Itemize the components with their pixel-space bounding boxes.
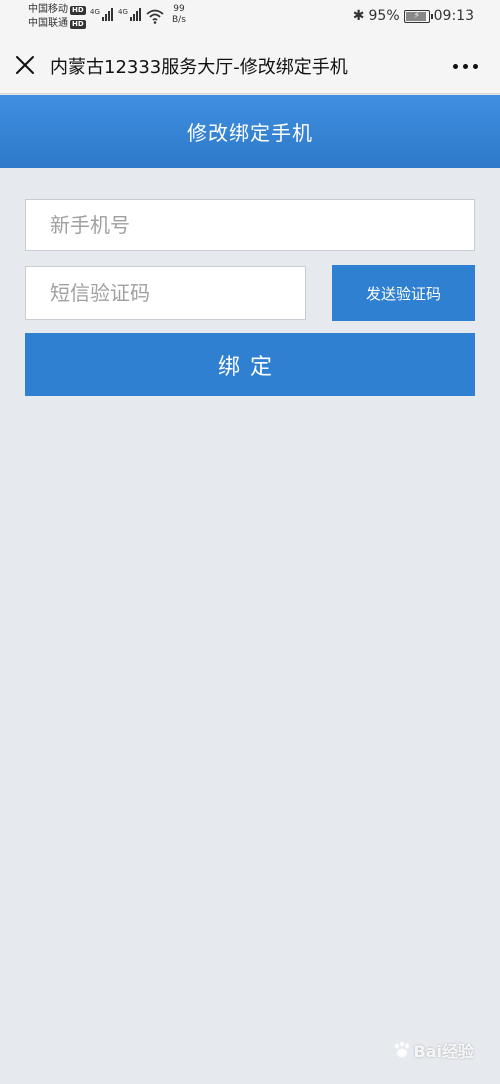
paw-icon [394,1041,409,1058]
signal-icon: 4G [90,8,113,21]
more-icon[interactable] [453,64,478,69]
speed-unit: B/s [172,15,186,25]
status-bar: 中国移动 HD 中国联通 HD 4G 4G 99 B/s ✱ 95% ⚡ 09:13 [0,0,500,36]
right-status: ✱ 95% ⚡ 09:13 [353,8,474,24]
network-speed: 99 B/s [172,4,186,26]
signal-icon: 4G [118,8,141,21]
close-icon[interactable] [14,54,36,76]
send-code-button[interactable]: 发送验证码 [332,265,475,321]
network-type: 4G [90,8,100,16]
speed-value: 99 [173,4,185,14]
watermark: Bai经验 [392,1038,474,1062]
carrier-info: 中国移动 HD 中国联通 HD [28,3,86,31]
bluetooth-icon: ✱ [352,8,365,24]
carrier-2: 中国联通 [28,18,68,29]
clock: 09:13 [433,8,474,24]
sms-code-input[interactable] [25,266,306,320]
battery-icon: ⚡ [403,9,433,23]
hd-badge: HD [70,19,86,29]
battery-percent: 95% [368,8,400,24]
header-title: 修改绑定手机 [187,121,313,145]
bind-button[interactable]: 绑定 [25,333,475,396]
network-type: 4G [118,8,128,16]
carrier-1: 中国移动 [28,4,68,15]
nav-bar: 内蒙古12333服务大厅-修改绑定手机 [0,36,500,94]
wifi-icon [146,9,164,24]
header-banner: 修改绑定手机 [0,95,500,168]
watermark-text: Bai经验 [413,1042,474,1061]
phone-input[interactable] [25,199,475,251]
page-title: 内蒙古12333服务大厅-修改绑定手机 [50,57,348,78]
hd-badge: HD [70,5,86,15]
